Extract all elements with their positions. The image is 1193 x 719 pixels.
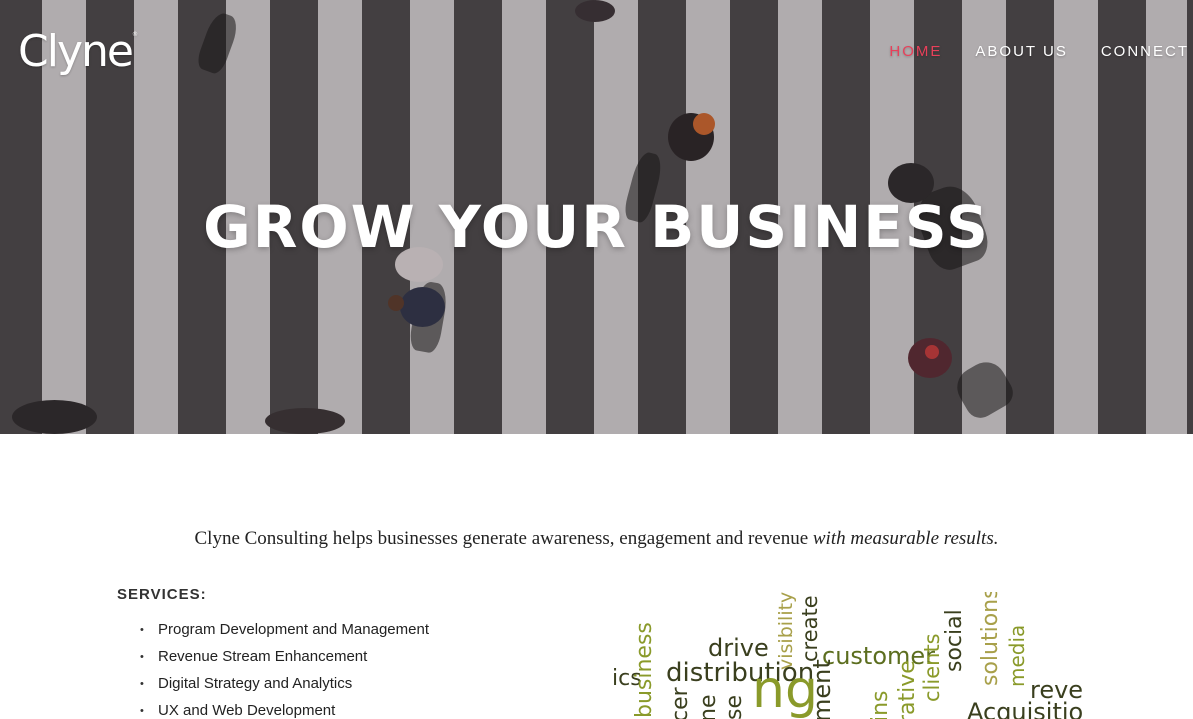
services-list: Program Development and Management Reven… [140,620,429,719]
wordcloud-word: drive [708,634,769,662]
wordcloud-word: business [632,622,657,718]
wordcloud-word: ne [696,694,721,719]
wordcloud-word: ins [868,690,893,719]
intro-text: Clyne Consulting helps businesses genera… [194,528,813,549]
hero-banner: Clyne® HOME ABOUT US CONNECT GROW YOUR B… [0,0,1193,434]
wordcloud-word: Acquisition [967,698,1082,719]
wordcloud-word: cer [668,687,693,719]
wordcloud-image: ics business drive distribution visibili… [612,592,1082,719]
wordcloud-word: media [1005,624,1029,687]
wordcloud-word: se [722,695,747,719]
wordcloud-word: ng [752,660,818,719]
intro-tagline: Clyne Consulting helps businesses genera… [0,528,1193,550]
brand-logo[interactable]: Clyne® [18,26,138,77]
service-item: UX and Web Development [140,701,429,719]
wordcloud-word: clients [920,633,944,702]
wordcloud-word: social [942,609,967,672]
wordcloud-word: rative [895,660,920,719]
intro-emphasis: with measurable results. [812,528,999,549]
services-heading: SERVICES: [117,586,207,603]
nav-home-link[interactable]: HOME [889,43,942,60]
service-item: Program Development and Management [140,620,429,647]
service-item: Revenue Stream Enhancement [140,647,429,674]
wordcloud-word: solutions [978,592,1003,686]
wordcloud-word: visibility [775,592,797,670]
hero-title: GROW YOUR BUSINESS [203,193,990,261]
main-nav: HOME ABOUT US CONNECT [889,43,1189,60]
nav-connect-link[interactable]: CONNECT [1101,43,1189,60]
service-item: Digital Strategy and Analytics [140,674,429,701]
wordcloud-word: create [798,595,822,662]
nav-about-us-link[interactable]: ABOUT US [975,43,1067,60]
